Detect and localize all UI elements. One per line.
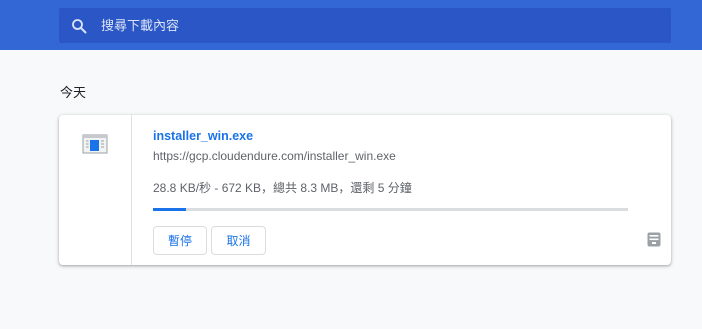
progress-fill (153, 208, 187, 211)
download-status: 28.8 KB/秒 - 672 KB，總共 8.3 MB，還剩 5 分鐘 (153, 181, 412, 195)
search-icon (72, 18, 87, 33)
exe-file-icon (82, 134, 108, 154)
file-icon-column (59, 115, 132, 265)
archive-icon[interactable] (647, 232, 661, 247)
search-box[interactable] (59, 8, 671, 43)
top-bar (0, 0, 702, 50)
file-name-link[interactable]: installer_win.exe (153, 129, 253, 143)
search-input[interactable] (101, 18, 641, 33)
progress-bar (153, 208, 628, 211)
date-section-header: 今天 (60, 85, 87, 100)
cancel-button[interactable]: 取消 (211, 226, 266, 255)
source-url[interactable]: https://gcp.cloudendure.com/installer_wi… (153, 149, 396, 163)
download-card: installer_win.exe https://gcp.cloudendur… (59, 115, 671, 265)
pause-button[interactable]: 暫停 (153, 226, 207, 255)
